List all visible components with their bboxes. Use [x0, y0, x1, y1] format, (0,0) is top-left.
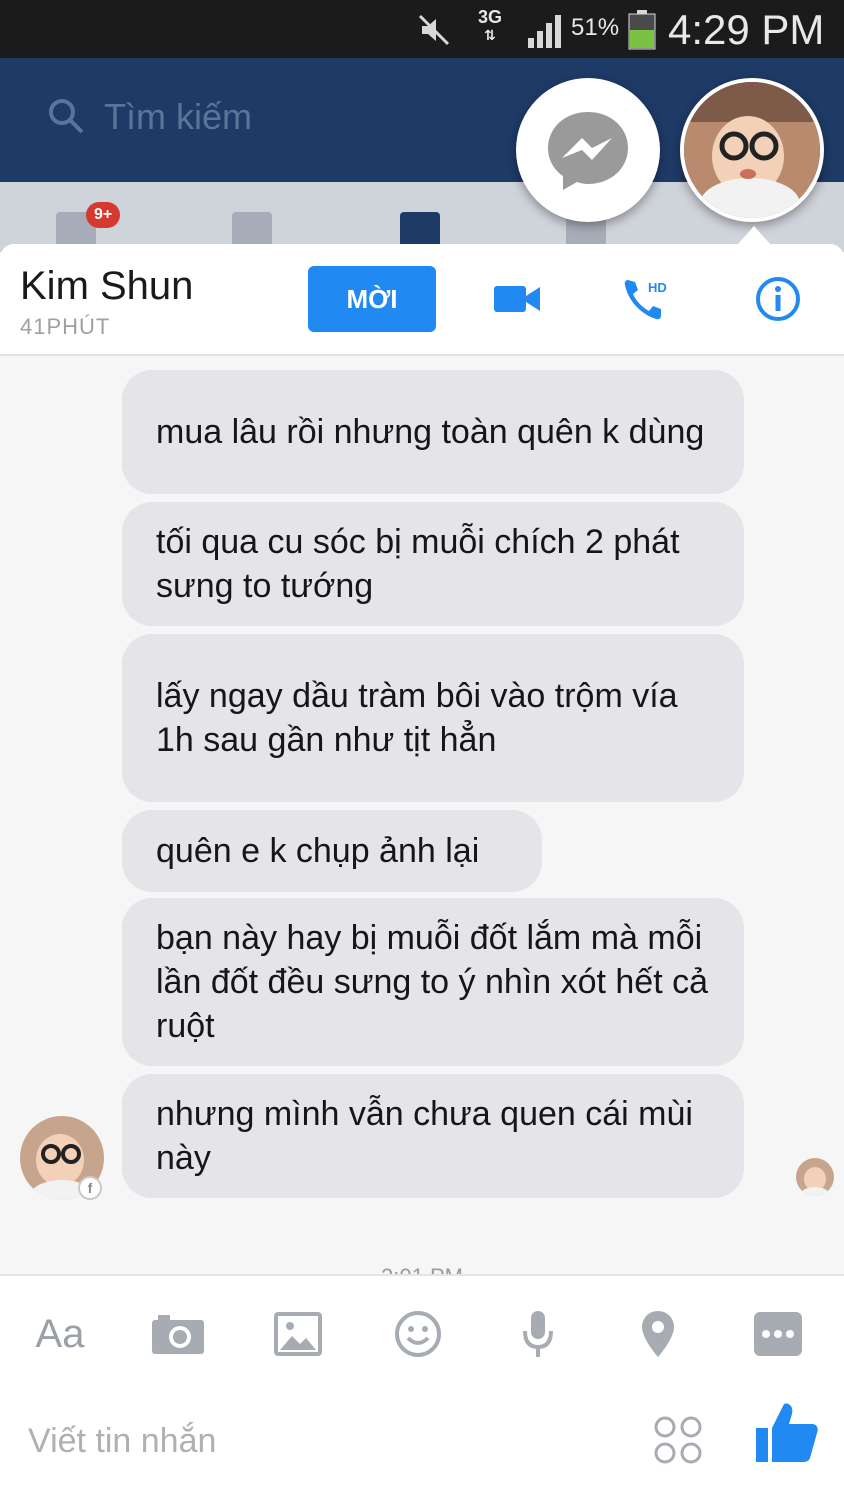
sticker-emoji-button[interactable] — [388, 1304, 448, 1364]
avatar-photo — [684, 82, 820, 218]
search-input[interactable]: Tìm kiếm — [104, 96, 252, 138]
text-format-button[interactable]: Aa — [30, 1304, 90, 1364]
video-call-icon[interactable] — [492, 276, 544, 322]
hd-voice-call-icon[interactable]: HD — [622, 276, 674, 322]
network-indicator: 3G ⇅ — [474, 8, 506, 44]
messenger-chat-head[interactable] — [516, 78, 660, 222]
message-bubble[interactable]: quên e k chụp ảnh lại — [122, 810, 542, 892]
composer: Aa — [0, 1274, 844, 1500]
info-icon[interactable] — [752, 276, 804, 322]
data-arrows-icon: ⇅ — [484, 27, 496, 43]
contact-name[interactable]: Kim Shun — [20, 264, 193, 309]
contact-chat-head[interactable] — [680, 78, 824, 222]
signal-icon — [528, 15, 561, 48]
network-type: 3G — [477, 7, 502, 27]
message-bubble[interactable]: nhưng mình vẫn chưa quen cái mùi này — [122, 1074, 744, 1198]
search-icon[interactable] — [46, 96, 86, 136]
thumbs-up-icon[interactable] — [754, 1400, 820, 1466]
avatar-photo — [796, 1158, 834, 1196]
text-format-label: Aa — [35, 1311, 85, 1356]
seen-indicator-avatar — [796, 1158, 834, 1196]
gallery-button[interactable] — [268, 1304, 328, 1364]
camera-button[interactable] — [148, 1304, 208, 1364]
message-bubble[interactable]: tối qua cu sóc bị muỗi chích 2 phát sưng… — [122, 502, 744, 626]
mute-icon — [418, 14, 450, 46]
voice-message-button[interactable] — [508, 1304, 568, 1364]
invite-button[interactable]: MỜI — [308, 266, 436, 332]
more-icon — [754, 1312, 802, 1356]
message-bubble[interactable]: mua lâu rồi nhưng toàn quên k dùng — [122, 370, 744, 494]
last-active: 41PHÚT — [20, 314, 111, 339]
message-input[interactable] — [28, 1422, 588, 1461]
more-options-button[interactable] — [748, 1304, 808, 1364]
notification-badge: 9+ — [86, 202, 121, 228]
stickers-icon[interactable] — [652, 1414, 704, 1466]
facebook-badge-icon: f — [78, 1176, 102, 1200]
smiley-icon — [395, 1311, 441, 1357]
status-bar: 3G ⇅ 51% 4:29 PM — [0, 0, 844, 58]
message-bubble[interactable]: lấy ngay dầu tràm bôi vào trộm vía 1h sa… — [122, 634, 744, 802]
image-icon — [274, 1312, 322, 1356]
camera-icon — [152, 1315, 204, 1354]
svg-text:HD: HD — [648, 280, 667, 295]
location-pin-icon — [642, 1311, 674, 1357]
message-list[interactable]: mua lâu rồi nhưng toàn quên k dùng tối q… — [0, 356, 844, 1274]
battery-icon — [628, 10, 656, 50]
message-bubble[interactable]: bạn này hay bị muỗi đốt lắm mà mỗi lần đ… — [122, 898, 744, 1066]
microphone-icon — [523, 1311, 553, 1357]
chat-header: Kim Shun 41PHÚT MỜI HD — [0, 244, 844, 356]
chat-head-pointer — [738, 226, 770, 244]
chat-panel: Kim Shun 41PHÚT MỜI HD mua lâu rồi nhưng… — [0, 244, 844, 1500]
battery-percent: 51% — [571, 14, 620, 41]
clock: 4:29 PM — [668, 6, 825, 53]
location-button[interactable] — [628, 1304, 688, 1364]
messenger-icon — [548, 112, 628, 190]
